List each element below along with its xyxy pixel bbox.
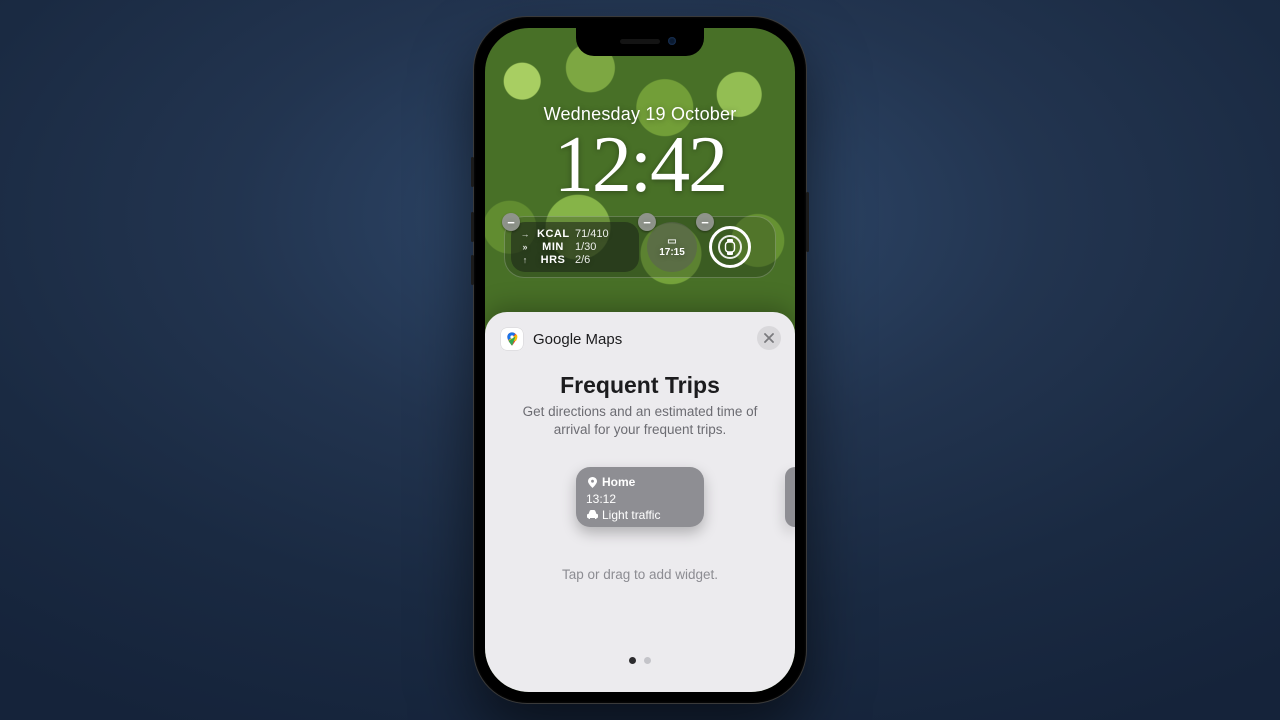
widget-strip[interactable]: − → KCAL 71/410 » MIN 1/30 — [504, 216, 776, 278]
page-dot[interactable] — [629, 657, 636, 664]
page-indicator[interactable] — [485, 657, 795, 664]
widget-slot-battery[interactable]: − — [705, 222, 755, 272]
sheet-app-name: Google Maps — [533, 331, 622, 348]
close-icon — [764, 333, 774, 343]
calendar-widget[interactable]: ▭ 17:15 — [647, 222, 697, 272]
activity-widget[interactable]: → KCAL 71/410 » MIN 1/30 ↑ HRS 2/6 — [511, 222, 639, 272]
page-dot[interactable] — [644, 657, 651, 664]
notch — [576, 28, 704, 56]
activity-value: 2/6 — [575, 254, 590, 266]
sheet-header: Google Maps — [485, 312, 795, 358]
exercise-icon: » — [519, 242, 531, 252]
sheet-subtitle: Get directions and an estimated time of … — [485, 399, 795, 439]
activity-label: KCAL — [537, 228, 569, 240]
iphone-device-frame: Wednesday 19 October 12:42 − → KCAL 71/4… — [473, 16, 807, 704]
close-button[interactable] — [757, 326, 781, 350]
remove-widget-button[interactable]: − — [502, 213, 520, 231]
car-icon — [586, 510, 598, 519]
remove-widget-button[interactable]: − — [696, 213, 714, 231]
calendar-icon: ▭ — [667, 237, 676, 247]
widget-destination: Home — [602, 474, 635, 490]
lock-screen-time[interactable]: 12:42 — [485, 127, 795, 203]
sheet-title: Frequent Trips — [485, 372, 795, 399]
google-maps-app-icon — [501, 328, 523, 350]
widget-preview-carousel[interactable]: Home 13:12 Light traffic — [485, 467, 795, 547]
calendar-value: 17:15 — [659, 247, 685, 258]
move-icon: → — [519, 229, 531, 239]
activity-value: 1/30 — [575, 241, 596, 253]
stand-icon: ↑ — [519, 255, 531, 265]
add-widget-hint: Tap or drag to add widget. — [485, 567, 795, 582]
activity-value: 71/410 — [575, 228, 609, 240]
widget-slot-calendar[interactable]: − ▭ 17:15 — [647, 222, 697, 272]
widget-slot-activity[interactable]: − → KCAL 71/410 » MIN 1/30 — [511, 222, 639, 272]
screen: Wednesday 19 October 12:42 − → KCAL 71/4… — [485, 28, 795, 692]
widget-picker-sheet: Google Maps Frequent Trips Get direction… — [485, 312, 795, 692]
battery-ring-widget[interactable] — [705, 222, 755, 272]
watch-icon — [724, 239, 736, 255]
frequent-trip-widget-preview[interactable]: Home 13:12 Light traffic — [576, 467, 704, 527]
widget-traffic: Light traffic — [602, 507, 660, 523]
activity-label: HRS — [537, 254, 569, 266]
next-widget-peek[interactable] — [785, 467, 795, 527]
widget-eta: 13:12 — [586, 491, 616, 507]
remove-widget-button[interactable]: − — [638, 213, 656, 231]
pin-icon — [586, 477, 598, 488]
activity-label: MIN — [537, 241, 569, 253]
